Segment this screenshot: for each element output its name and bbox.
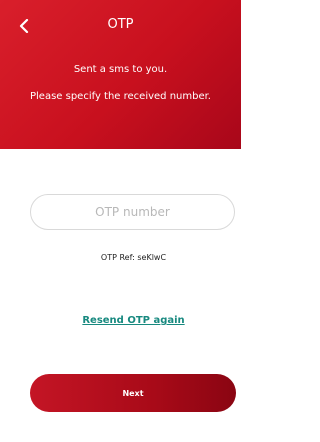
sms-sent-message: Sent a sms to you. (73, 64, 168, 75)
next-button[interactable]: Next (30, 374, 236, 412)
page-title: OTP (107, 17, 134, 32)
header: OTP Sent a sms to you. Please specify th… (0, 0, 241, 149)
otp-number-input[interactable] (30, 194, 235, 230)
instruction-message: Please specify the received number. (29, 91, 211, 102)
resend-otp-link[interactable]: Resend OTP again (0, 315, 267, 326)
otp-reference: OTP Ref: seKlwC (100, 253, 167, 262)
